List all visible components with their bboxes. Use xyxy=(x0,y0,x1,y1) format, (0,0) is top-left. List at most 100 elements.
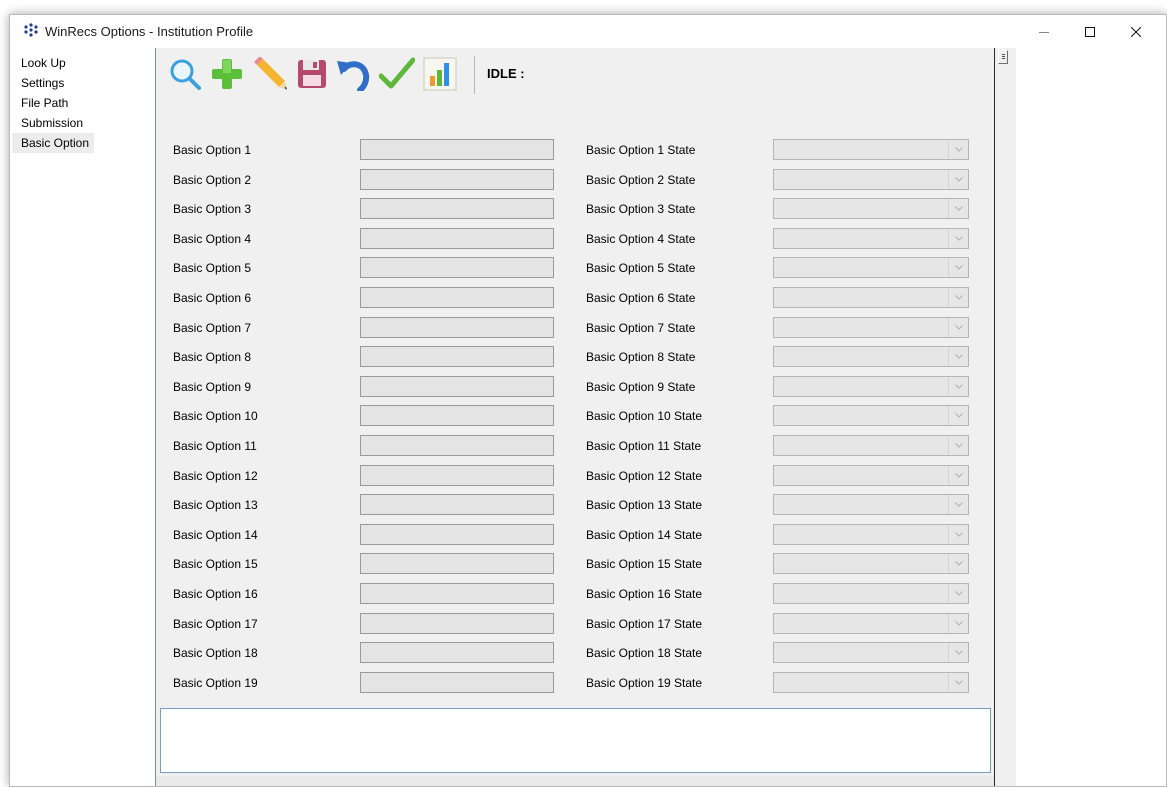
option-row: Basic Option 9 Basic Option 9 State xyxy=(156,375,994,399)
app-window: WinRecs Options - Institution Profile Lo… xyxy=(9,14,1167,787)
chevron-down-icon[interactable] xyxy=(948,524,968,544)
chevron-down-icon[interactable] xyxy=(948,228,968,248)
chevron-down-icon[interactable] xyxy=(948,199,968,219)
chart-button[interactable] xyxy=(421,54,459,94)
option-input[interactable] xyxy=(360,198,554,220)
option-state-dropdown[interactable] xyxy=(773,227,969,249)
chevron-down-icon[interactable] xyxy=(948,140,968,159)
option-state-dropdown[interactable] xyxy=(773,642,969,664)
option-input[interactable] xyxy=(360,287,554,308)
option-input[interactable] xyxy=(360,671,554,693)
sidebar-item-submission[interactable]: Submission xyxy=(12,113,153,133)
option-label: Basic Option 7 xyxy=(173,320,252,335)
option-row: Basic Option 17 Basic Option 17 State xyxy=(156,612,994,636)
option-input[interactable] xyxy=(360,553,554,575)
option-state-dropdown[interactable] xyxy=(773,257,969,279)
sidebar-item-basic-option[interactable]: Basic Option xyxy=(12,133,95,153)
sidebar-item-look-up[interactable]: Look Up xyxy=(12,53,153,73)
option-label: Basic Option 9 xyxy=(173,379,252,394)
chevron-down-icon[interactable] xyxy=(948,613,968,633)
option-input[interactable] xyxy=(360,642,554,664)
chevron-down-icon[interactable] xyxy=(948,347,968,367)
option-row: Basic Option 10 Basic Option 10 State xyxy=(156,404,994,428)
title-bar[interactable]: WinRecs Options - Institution Profile xyxy=(10,15,1166,48)
option-input[interactable] xyxy=(360,523,554,545)
option-input[interactable] xyxy=(360,257,554,279)
message-area[interactable] xyxy=(160,708,991,773)
chevron-down-icon[interactable] xyxy=(948,643,968,663)
chevron-down-icon[interactable] xyxy=(948,495,968,515)
option-state-dropdown[interactable] xyxy=(773,405,969,427)
option-label: Basic Option 16 xyxy=(173,587,258,601)
add-button[interactable] xyxy=(208,54,246,94)
option-label: Basic Option 15 xyxy=(173,557,258,572)
chevron-down-icon[interactable] xyxy=(948,584,968,603)
option-input[interactable] xyxy=(360,375,554,397)
option-state-dropdown[interactable] xyxy=(773,583,969,604)
option-input[interactable] xyxy=(360,435,554,456)
option-state-dropdown[interactable] xyxy=(773,464,969,486)
close-button[interactable] xyxy=(1113,15,1159,48)
chevron-down-icon[interactable] xyxy=(948,288,968,307)
option-state-dropdown[interactable] xyxy=(773,198,969,220)
chevron-down-icon[interactable] xyxy=(948,406,968,426)
option-state-label: Basic Option 13 State xyxy=(586,498,703,513)
option-state-dropdown[interactable] xyxy=(773,671,969,693)
option-state-dropdown[interactable] xyxy=(773,375,969,397)
edit-pencil-icon xyxy=(254,57,287,90)
option-input[interactable] xyxy=(360,346,554,368)
option-input[interactable] xyxy=(360,316,554,338)
option-label: Basic Option 6 xyxy=(173,291,252,305)
option-state-dropdown[interactable] xyxy=(773,316,969,338)
status-label: IDLE : xyxy=(487,66,525,81)
chevron-down-icon[interactable] xyxy=(948,376,968,396)
save-button[interactable] xyxy=(293,54,331,94)
option-state-dropdown[interactable] xyxy=(773,287,969,308)
option-state-dropdown[interactable] xyxy=(773,139,969,160)
chevron-down-icon[interactable] xyxy=(948,317,968,337)
option-input[interactable] xyxy=(360,583,554,604)
chevron-down-icon[interactable] xyxy=(948,258,968,278)
option-row: Basic Option 15 Basic Option 15 State xyxy=(156,552,994,576)
option-state-label: Basic Option 8 State xyxy=(586,350,696,365)
status-strip xyxy=(156,776,994,786)
undo-button[interactable] xyxy=(334,54,372,94)
confirm-button[interactable] xyxy=(378,54,416,94)
chevron-down-icon[interactable] xyxy=(948,554,968,574)
option-state-label: Basic Option 19 State xyxy=(586,675,703,690)
sidebar-item-settings[interactable]: Settings xyxy=(12,73,153,93)
option-state-label: Basic Option 1 State xyxy=(586,143,696,157)
vertical-scrollbar[interactable] xyxy=(994,48,1016,786)
option-row: Basic Option 12 Basic Option 12 State xyxy=(156,464,994,488)
option-state-dropdown[interactable] xyxy=(773,435,969,456)
option-label: Basic Option 5 xyxy=(173,261,252,276)
edit-button[interactable] xyxy=(251,54,289,94)
option-input[interactable] xyxy=(360,494,554,516)
search-button[interactable] xyxy=(166,54,204,94)
chevron-down-icon[interactable] xyxy=(948,465,968,485)
option-input[interactable] xyxy=(360,168,554,190)
sidebar-tree[interactable]: Look Up Settings File Path Submission Basic … xyxy=(10,48,156,786)
sidebar-item-file-path[interactable]: File Path xyxy=(12,93,153,113)
option-input[interactable] xyxy=(360,464,554,486)
option-row: Basic Option 19 Basic Option 19 State xyxy=(156,671,994,695)
chevron-down-icon[interactable] xyxy=(948,169,968,189)
option-state-dropdown[interactable] xyxy=(773,553,969,575)
option-state-dropdown[interactable] xyxy=(773,168,969,190)
option-input[interactable] xyxy=(360,405,554,427)
option-input[interactable] xyxy=(360,139,554,160)
scroll-thumb[interactable] xyxy=(998,50,1008,64)
maximize-button[interactable] xyxy=(1067,15,1113,48)
option-input[interactable] xyxy=(360,227,554,249)
minimize-button[interactable] xyxy=(1021,15,1067,48)
chevron-down-icon[interactable] xyxy=(948,672,968,692)
option-label: Basic Option 10 xyxy=(173,409,258,424)
option-state-dropdown[interactable] xyxy=(773,346,969,368)
option-state-dropdown[interactable] xyxy=(773,523,969,545)
option-label: Basic Option 11 xyxy=(173,439,257,453)
chevron-down-icon[interactable] xyxy=(948,436,968,455)
option-input[interactable] xyxy=(360,612,554,634)
option-state-dropdown[interactable] xyxy=(773,612,969,634)
option-state-dropdown[interactable] xyxy=(773,494,969,516)
option-state-label: Basic Option 3 State xyxy=(586,202,696,217)
